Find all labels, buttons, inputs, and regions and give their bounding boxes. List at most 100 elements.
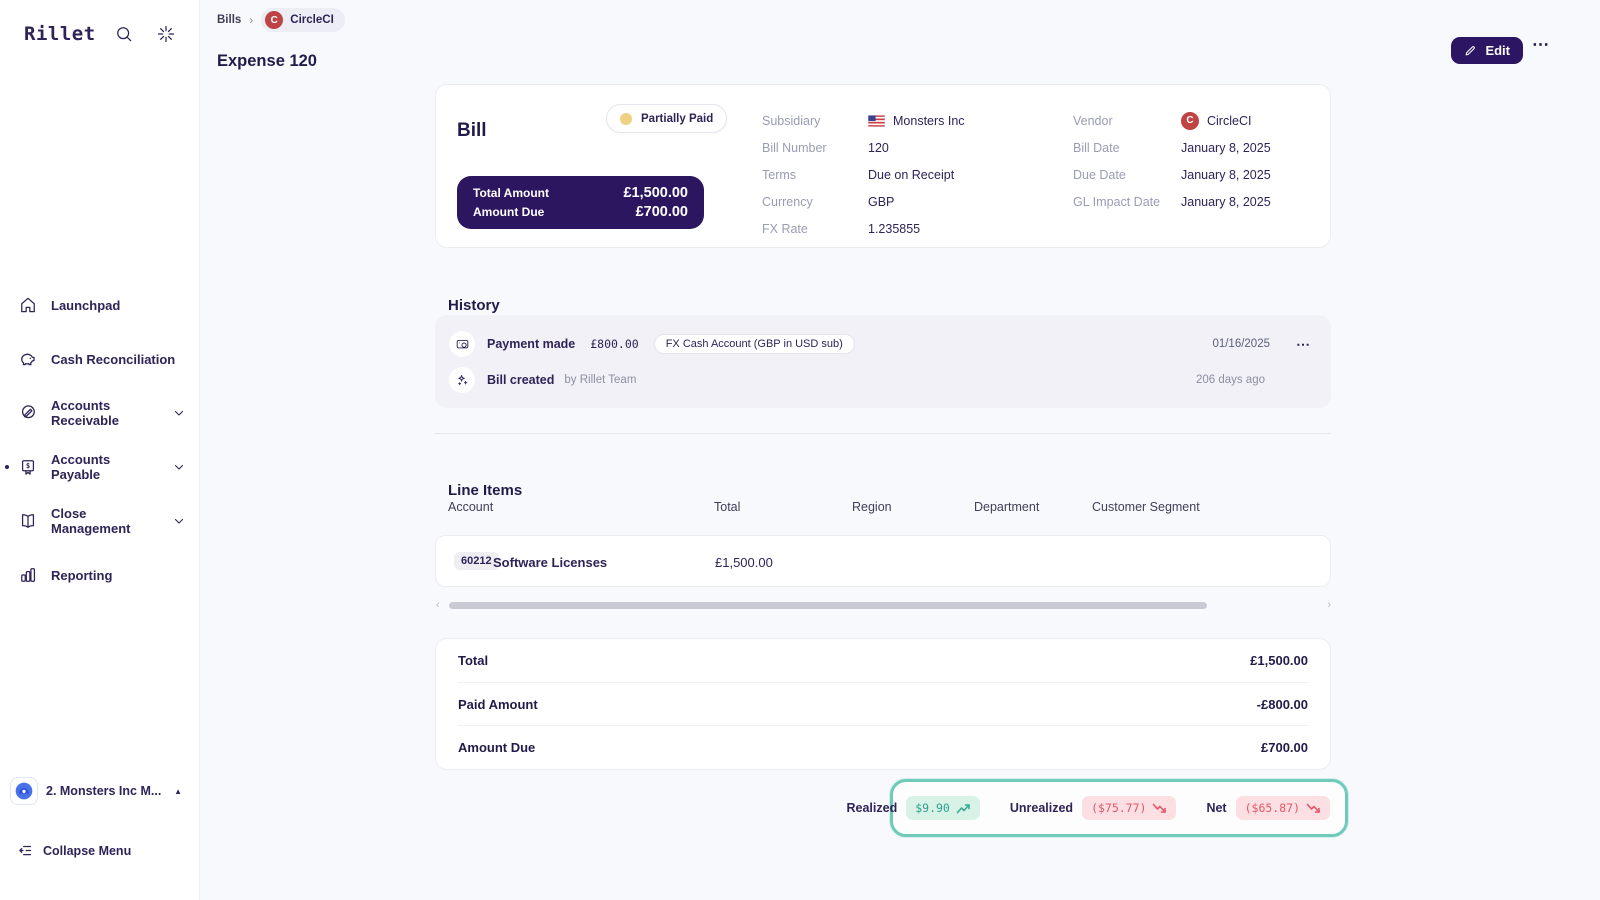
status-dot-icon [620, 112, 632, 125]
net-value: ($65.87) [1244, 801, 1300, 815]
sidebar-item-cash-reconciliation[interactable]: Cash Reconciliation [0, 345, 199, 373]
unrealized-label: Unrealized [1009, 801, 1074, 815]
bill-card: Bill Partially Paid Total Amount £1,500.… [435, 84, 1331, 248]
banknote-icon [449, 331, 475, 357]
sidebar-item-label: Cash Reconciliation [51, 351, 176, 367]
caret-up-icon: ▲ [174, 786, 182, 796]
totals-value: £1,500.00 [1250, 652, 1308, 668]
sidebar-item-close-management[interactable]: Close Management [0, 506, 199, 536]
workspace-avatar [10, 777, 38, 805]
sidebar-item-label: Reporting [51, 567, 113, 583]
net-pill: ($65.87) [1235, 796, 1330, 820]
breadcrumb-chevron-icon: › [249, 13, 254, 27]
page-title: Expense 120 [217, 52, 317, 71]
scrollbar-thumb[interactable] [448, 601, 1207, 609]
breadcrumb-bills-link[interactable]: Bills [217, 14, 241, 26]
sidebar-item-launchpad[interactable]: Launchpad [0, 291, 199, 319]
realized-label: Realized [846, 801, 898, 815]
book-icon [18, 511, 38, 531]
pen-circle-icon [18, 403, 38, 423]
detail-subsidiary: Subsidiary Monsters Inc [762, 113, 965, 128]
workspace-switcher[interactable]: 2. Monsters Inc M... ▲ [10, 777, 190, 805]
bar-chart-icon [18, 565, 38, 585]
subsidiary-value: Monsters Inc [893, 113, 965, 128]
detail-currency: Currency GBP [762, 195, 895, 210]
edit-button[interactable]: Edit [1451, 37, 1523, 64]
total-amount-label: Total Amount [473, 186, 549, 200]
sidebar-item-reporting[interactable]: Reporting [0, 561, 199, 589]
totals-card: Total £1,500.00 Paid Amount -£800.00 Amo… [435, 638, 1331, 770]
column-account: Account [448, 500, 494, 514]
sidebar: Rillet Launchpad Cash Reconciliation Acc… [0, 0, 200, 900]
collapse-menu-label: Collapse Menu [43, 843, 132, 858]
scroll-right-arrow-icon[interactable]: › [1327, 599, 1331, 611]
history-event-payment: Payment made £800.00 FX Cash Account (GB… [449, 331, 1311, 357]
history-account-tag[interactable]: FX Cash Account (GBP in USD sub) [653, 334, 855, 354]
more-actions-button[interactable]: ⋯ [1526, 34, 1556, 56]
us-flag-icon [868, 114, 885, 127]
column-total: Total [714, 500, 741, 514]
sidebar-item-accounts-payable[interactable]: $ Accounts Payable [0, 452, 199, 482]
vendor-avatar: C [265, 11, 284, 29]
unrealized-pill: ($75.77) [1082, 796, 1177, 820]
account-name: Software Licenses [493, 555, 608, 570]
piggy-bank-icon [18, 349, 38, 369]
unrealized-value: ($75.77) [1091, 801, 1147, 815]
history-event-amount: £800.00 [590, 337, 639, 351]
workspace-name: 2. Monsters Inc M... [46, 784, 162, 798]
history-event-menu-button[interactable]: ⋯ [1296, 336, 1311, 353]
realized-value: $9.90 [915, 801, 950, 815]
starburst-icon[interactable] [156, 24, 176, 44]
scrollbar-track[interactable] [443, 601, 1325, 609]
status-label: Partially Paid [641, 112, 714, 125]
line-item-row[interactable]: 60212 Software Licenses £1,500.00 [435, 535, 1331, 587]
sidebar-item-accounts-receivable[interactable]: Accounts Receivable [0, 398, 199, 428]
trend-down-icon [1152, 803, 1167, 814]
breadcrumb-vendor-chip[interactable]: C CircleCI [261, 8, 345, 32]
gl-impact-date-value: January 8, 2025 [1181, 195, 1271, 210]
line-items-header: Account Total Region Department Customer… [435, 500, 1331, 516]
fx-summary-box: Realized $9.90 Unrealized ($75.77) Net (… [847, 779, 1348, 837]
totals-label: Total [458, 652, 489, 668]
search-icon[interactable] [114, 24, 134, 44]
history-event-age: 206 days ago [1195, 374, 1265, 386]
fx-realized: Realized $9.90 [847, 796, 980, 820]
currency-value: GBP [868, 195, 895, 210]
history-section-title: History [448, 297, 500, 314]
collapse-icon [18, 843, 33, 858]
account-code-badge: 60212 [454, 552, 499, 570]
trend-up-icon [956, 803, 971, 814]
trend-down-icon [1306, 803, 1321, 814]
due-date-value: January 8, 2025 [1181, 167, 1271, 182]
sidebar-item-label: Close Management [51, 506, 131, 536]
column-region: Region [852, 500, 892, 514]
vendor-value: CircleCI [1207, 113, 1252, 128]
collapse-menu-button[interactable]: Collapse Menu [18, 843, 131, 858]
line-items-section-title: Line Items [448, 482, 523, 499]
sidebar-top: Rillet [24, 20, 176, 48]
fx-rate-value: 1.235855 [868, 222, 921, 237]
detail-due-date: Due Date January 8, 2025 [1073, 167, 1271, 182]
fx-net: Net ($65.87) [1206, 796, 1330, 820]
totals-row-due: Amount Due £700.00 [458, 725, 1308, 769]
chevron-down-icon [173, 407, 185, 419]
totals-label: Paid Amount [458, 696, 538, 712]
vendor-avatar: C [1181, 111, 1199, 130]
svg-text:$: $ [26, 461, 30, 470]
history-event-author: by Rillet Team [564, 374, 637, 386]
fx-unrealized: Unrealized ($75.77) [1010, 796, 1177, 820]
section-divider [435, 433, 1331, 434]
bill-details: Subsidiary Monsters Inc Bill Number 120 … [762, 107, 1332, 243]
bill-number-value: 120 [868, 140, 889, 155]
totals-row-paid: Paid Amount -£800.00 [458, 681, 1308, 726]
detail-terms: Terms Due on Receipt [762, 167, 955, 182]
scroll-left-arrow-icon[interactable]: ‹ [436, 599, 440, 611]
total-amount-value: £1,500.00 [623, 185, 688, 201]
totals-value: £700.00 [1261, 740, 1308, 756]
main-content: Bills › C CircleCI Expense 120 Edit ⋯ Bi… [200, 0, 1600, 900]
bill-card-title: Bill [457, 119, 487, 141]
sidebar-item-label: Accounts Payable [51, 452, 111, 482]
sidebar-nav: Launchpad Cash Reconciliation Accounts R… [0, 291, 199, 589]
bill-date-value: January 8, 2025 [1181, 140, 1271, 155]
chevron-down-icon [173, 515, 185, 527]
